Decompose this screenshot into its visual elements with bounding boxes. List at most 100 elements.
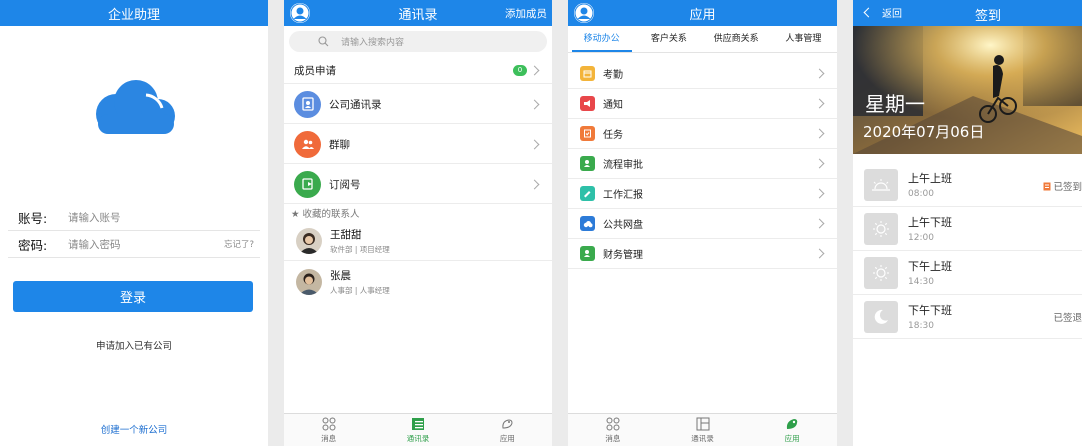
app-item-task[interactable]: 任务 [568,119,837,149]
tab-label: 通讯录 [691,433,714,443]
shift-name: 下午下班 [908,304,952,317]
account-label: 账号: [18,210,48,226]
contact-row[interactable]: 张晨 人事部 | 人事经理 [284,262,552,301]
tab-contacts[interactable]: 通讯录 [658,414,748,446]
apps-title: 应用 [689,7,716,23]
group-row-subscription[interactable]: 订阅号 [284,165,552,204]
password-label: 密码: [18,237,48,253]
tab-apps[interactable]: 应用 [747,414,837,446]
password-row: 密码: 请输入密码 忘记了? [8,231,260,258]
shift-row[interactable]: 下午上班 14:30 [853,251,1082,295]
status-badge: 已签到 [1043,179,1082,193]
user-avatar-icon[interactable] [574,3,594,23]
group-row-chat[interactable]: 群聊 [284,125,552,164]
moon-icon [864,300,898,333]
task-icon [580,126,595,141]
shift-row[interactable]: 下午下班 18:30 已签退 [853,295,1082,339]
app-item-approval[interactable]: 流程审批 [568,149,837,179]
app-label: 财务管理 [603,250,643,261]
tab-messages[interactable]: 消息 [568,414,658,446]
status-label: 已签退 [1053,313,1082,324]
member-request-label: 成员申请 [294,64,336,77]
favorites-section-label: ★ 收藏的联系人 [291,209,360,220]
tab-supplier-relations[interactable]: 供应商关系 [703,26,770,52]
tab-messages[interactable]: 消息 [284,414,373,446]
shift-name: 下午上班 [908,260,952,273]
tab-customer-relations[interactable]: 客户关系 [635,26,702,52]
contacts-icon [411,417,424,430]
password-input[interactable]: 请输入密码 [68,237,224,252]
chevron-right-icon [529,99,540,109]
shift-name: 上午上班 [908,172,952,185]
chevron-right-icon [814,188,825,199]
weekday-label: 星期一 [865,92,925,116]
megaphone-icon [580,96,595,111]
cloud-logo-icon [88,78,178,142]
shift-time: 14:30 [908,277,934,287]
report-icon [580,186,595,201]
shift-name: 上午下班 [908,216,952,229]
attendance-icon [580,66,595,81]
hero-banner: 星期一 2020年07月06日 [853,26,1082,154]
app-item-cloud-drive[interactable]: 公共网盘 [568,209,837,239]
shift-row[interactable]: 上午下班 12:00 [853,207,1082,251]
shift-time: 12:00 [908,233,934,243]
tab-mobile-office[interactable]: 移动办公 [568,26,635,52]
shift-time: 18:30 [908,321,934,331]
document-icon [1043,182,1051,190]
back-button[interactable]: 返回 [863,5,902,20]
chevron-right-icon [814,68,825,79]
user-avatar-icon[interactable] [290,3,310,23]
apps-icon [502,418,513,429]
app-label: 考勤 [603,70,623,81]
login-screen: 企业助理 账号: 请输入账号 密码: 请输入密码 忘记了? 登录 申请加入已有公… [0,0,268,446]
create-company-link[interactable]: 创建一个新公司 [0,422,268,436]
member-request-badge: 0 [513,64,527,76]
grid-icon [322,417,336,430]
shift-row[interactable]: 上午上班 08:00 已签到 [853,163,1082,207]
checkin-title: 签到 [975,9,1002,24]
search-input[interactable]: 请输入搜索内容 [289,31,547,52]
contacts-screen: 通讯录 添加成员 请输入搜索内容 成员申请 0 公司通讯录 群聊 订阅号 ★ 收… [284,0,552,446]
contact-department: 人事部 | 人事经理 [330,285,390,295]
contacts-title: 通讯录 [398,7,438,23]
app-item-finance[interactable]: 财务管理 [568,239,837,269]
add-member-button[interactable]: 添加成员 [505,6,547,21]
join-company-link[interactable]: 申请加入已有公司 [0,338,268,352]
group-row-company[interactable]: 公司通讯录 [284,85,552,124]
tab-contacts[interactable]: 通讯录 [373,414,462,446]
sun-icon [864,256,898,289]
tab-label: 应用 [784,433,800,443]
group-label: 群聊 [329,138,350,151]
tab-hr-management[interactable]: 人事管理 [770,26,837,52]
account-input[interactable]: 请输入账号 [68,210,260,225]
app-item-report[interactable]: 工作汇报 [568,179,837,209]
contact-name: 张晨 [330,269,351,282]
avatar [296,228,322,254]
cloud-drive-icon [580,216,595,231]
chevron-right-icon [814,248,825,259]
chevron-right-icon [529,65,540,75]
login-button[interactable]: 登录 [13,281,253,312]
chevron-right-icon [529,139,540,149]
contacts-topbar: 通讯录 添加成员 [284,0,552,26]
search-icon [318,36,329,47]
contact-row[interactable]: 王甜甜 软件部 | 项目经理 [284,222,552,261]
app-item-notice[interactable]: 通知 [568,89,837,119]
tab-apps[interactable]: 应用 [463,414,552,446]
group-label: 公司通讯录 [329,98,382,111]
contacts-icon [696,417,709,430]
contact-department: 软件部 | 项目经理 [330,245,390,254]
contact-name: 王甜甜 [330,229,362,241]
apps-topbar: 应用 [568,0,837,26]
shift-time: 08:00 [908,189,934,199]
group-label: 订阅号 [329,178,361,191]
forgot-password-link[interactable]: 忘记了? [224,238,260,250]
member-request-row[interactable]: 成员申请 0 [284,57,552,84]
address-book-icon [294,90,321,118]
chevron-right-icon [529,179,540,189]
app-label: 任务 [603,130,623,141]
tab-label: 消息 [605,433,621,443]
chevron-right-icon [814,218,825,229]
app-item-attendance[interactable]: 考勤 [568,59,837,89]
